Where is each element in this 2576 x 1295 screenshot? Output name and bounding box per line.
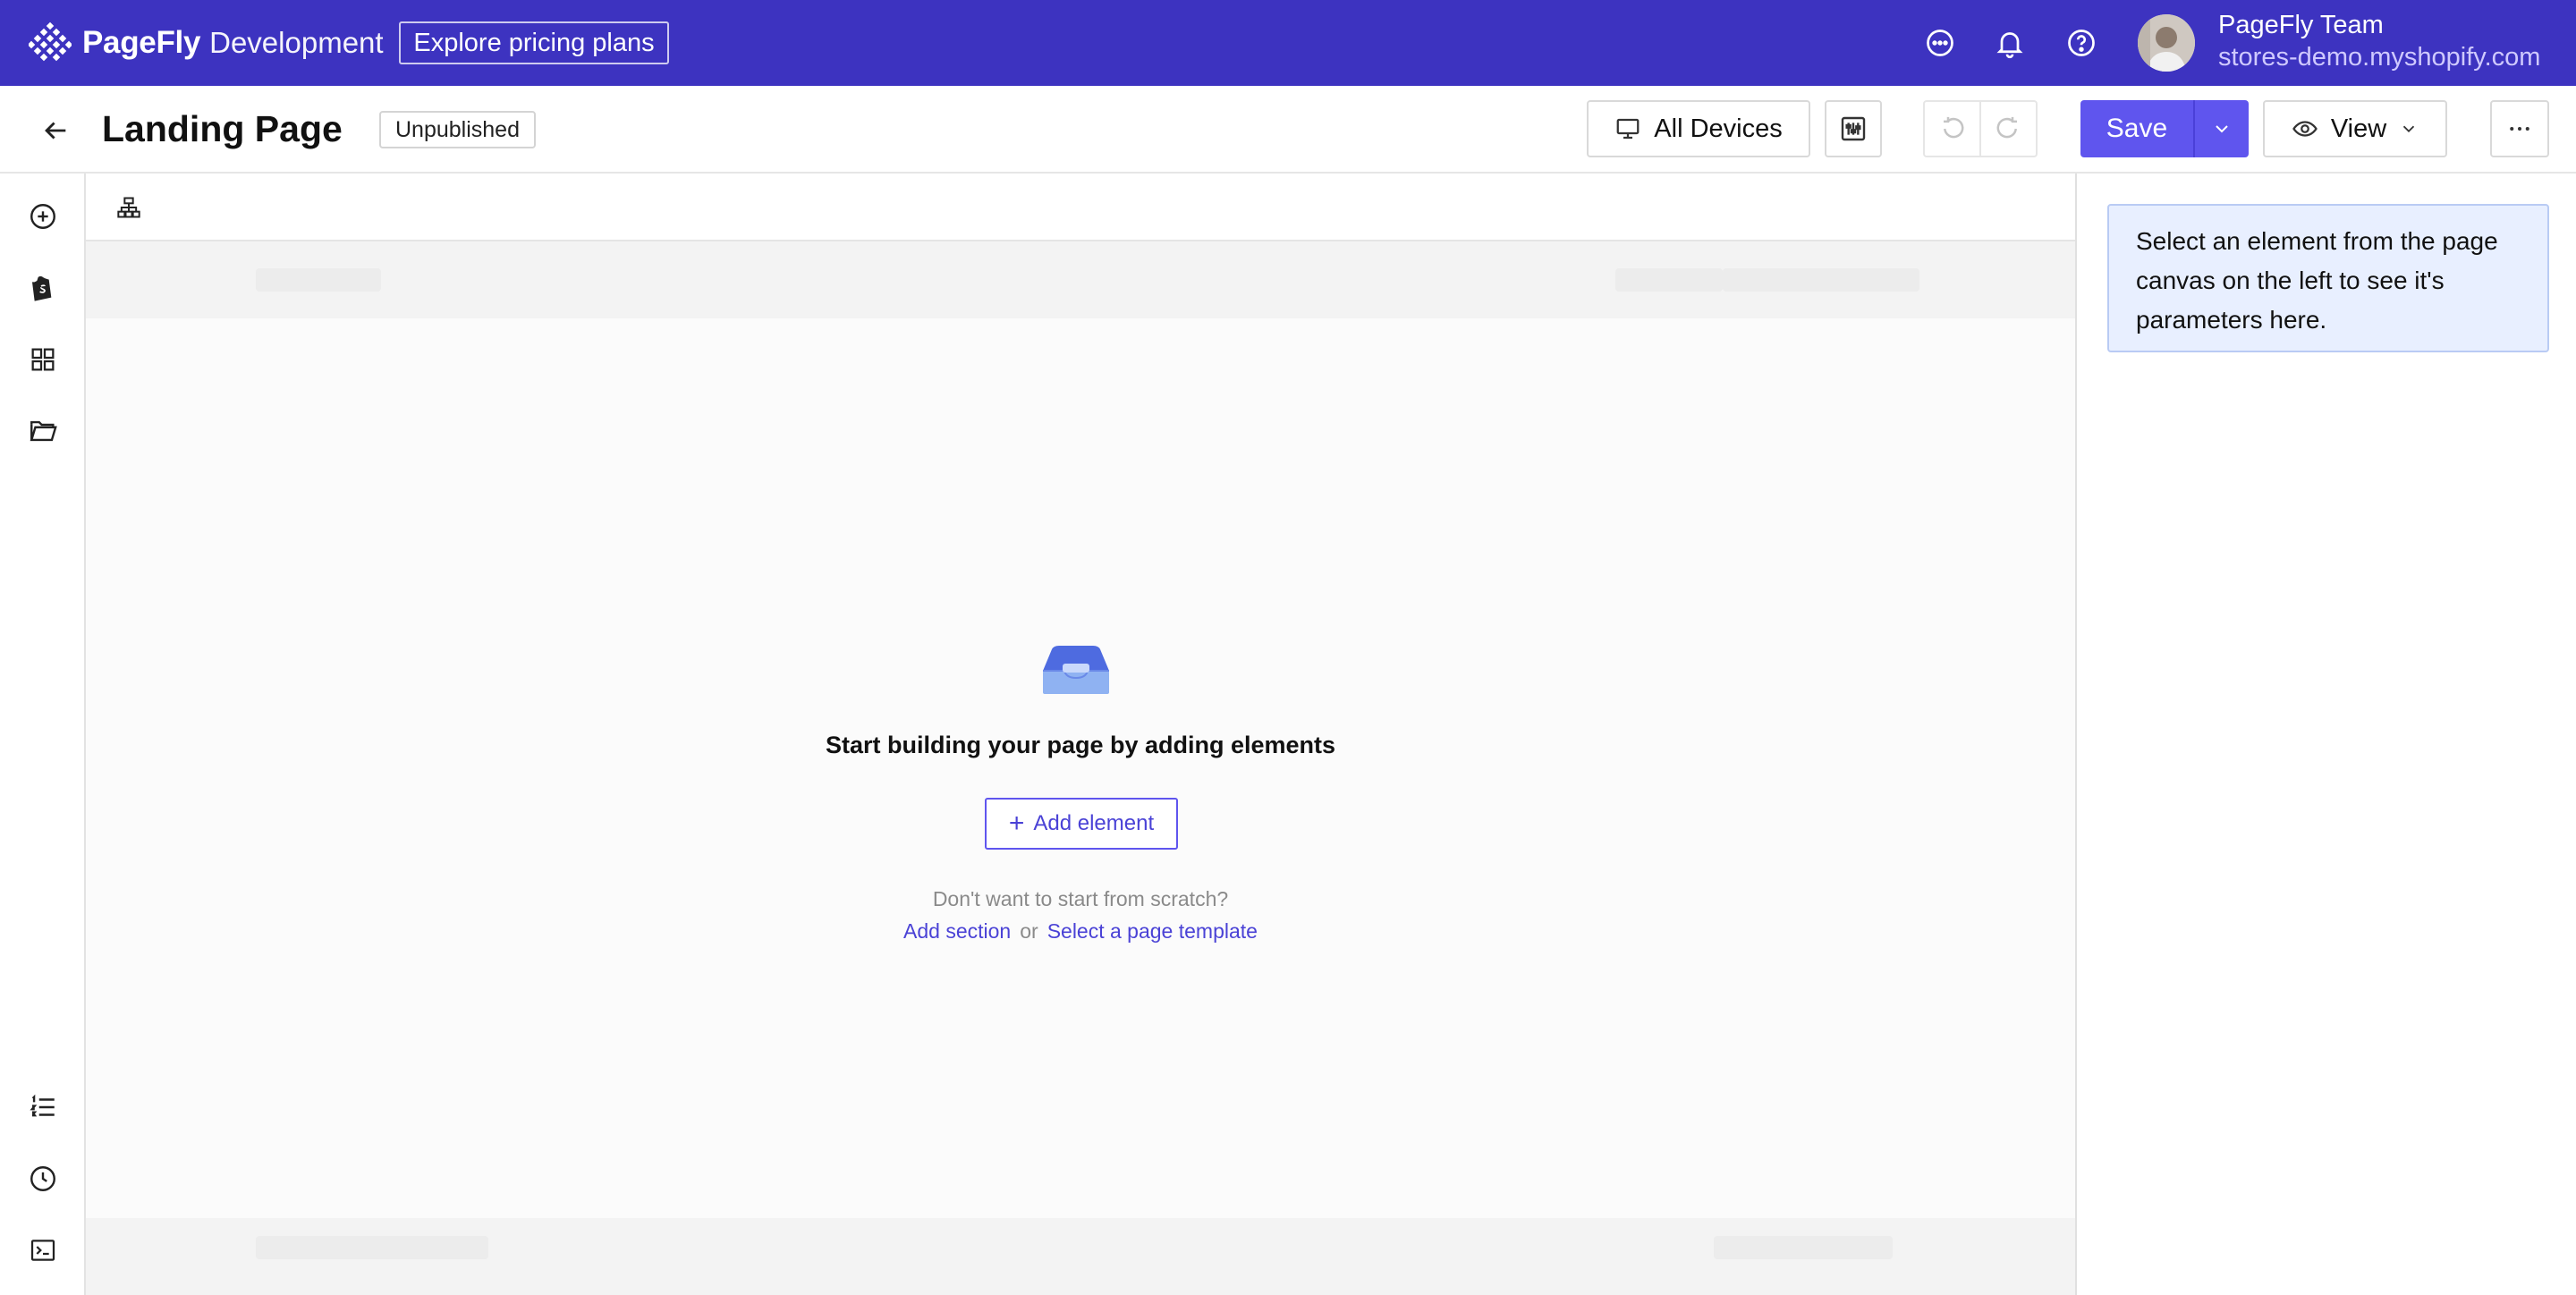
brand-name: PageFly [82, 25, 201, 60]
back-button[interactable] [36, 111, 75, 150]
list-icon[interactable] [25, 1089, 61, 1125]
ghost-footer-strip [86, 1218, 2075, 1295]
device-selector-button[interactable]: All Devices [1587, 100, 1810, 157]
editor-header: Landing Page Unpublished All Devices Sav… [0, 86, 2576, 174]
redo-button[interactable] [1981, 102, 2036, 156]
desktop-icon [1616, 118, 1640, 140]
ghost-placeholder [1615, 268, 1723, 292]
history-icon[interactable] [25, 1161, 61, 1197]
device-label: All Devices [1654, 114, 1783, 143]
user-name[interactable]: PageFly Team [2218, 11, 2384, 40]
undo-redo-group [1923, 100, 2038, 157]
user-store[interactable]: stores-demo.myshopify.com [2218, 43, 2540, 72]
empty-state-title: Start building your page by adding eleme… [825, 732, 1336, 758]
view-button[interactable]: View [2263, 100, 2447, 157]
pagefly-logo-icon [29, 21, 72, 62]
page-settings-button[interactable] [1825, 100, 1882, 157]
ghost-placeholder [1714, 1236, 1893, 1259]
bell-icon[interactable] [1992, 25, 2028, 61]
shopify-icon[interactable] [25, 270, 61, 306]
more-horizontal-icon [2510, 127, 2529, 131]
undo-icon [1943, 116, 1963, 139]
avatar[interactable] [2138, 14, 2195, 72]
scratch-prompt: Don't want to start from scratch? [932, 887, 1229, 910]
scratch-links: Add section or Select a page template [86, 919, 2075, 944]
view-label: View [2330, 114, 2387, 143]
folder-icon[interactable] [25, 413, 61, 449]
left-sidebar [0, 174, 86, 1295]
undo-button[interactable] [1925, 102, 1979, 156]
chevron-down-icon [2216, 125, 2228, 133]
terminal-icon[interactable] [25, 1232, 61, 1268]
add-icon[interactable] [25, 199, 61, 234]
sliders-icon [1841, 116, 1866, 141]
ghost-placeholder [1723, 268, 1919, 292]
inbox-tray-icon [1043, 646, 1109, 694]
redo-icon [1997, 116, 2018, 139]
layers-button[interactable] [113, 191, 145, 224]
ghost-placeholder [256, 268, 381, 292]
or-text: or [1020, 919, 1038, 943]
properties-panel: Select an element from the page canvas o… [2075, 174, 2576, 1295]
page-title: Landing Page [102, 108, 343, 149]
chat-icon[interactable] [1922, 25, 1958, 61]
selection-hint: Select an element from the page canvas o… [2107, 204, 2549, 352]
canvas-toolbar [86, 174, 2075, 241]
arrow-left-icon [45, 122, 66, 140]
help-icon[interactable] [2063, 25, 2099, 61]
grid-icon[interactable] [25, 342, 61, 377]
save-options-button[interactable] [2193, 100, 2249, 157]
chevron-down-icon [2403, 125, 2415, 133]
ghost-header-strip [86, 241, 2075, 318]
save-button[interactable]: Save [2080, 100, 2193, 157]
sitemap-icon [117, 197, 140, 218]
eye-icon [2292, 121, 2318, 137]
ghost-placeholder [256, 1236, 488, 1259]
top-bar: PageFly Development Explore pricing plan… [0, 0, 2576, 86]
add-section-link[interactable]: Add section [903, 919, 1011, 943]
brand[interactable]: PageFly Development [29, 20, 384, 66]
select-template-link[interactable]: Select a page template [1047, 919, 1258, 943]
status-badge: Unpublished [379, 111, 536, 148]
add-element-button[interactable]: + Add element [985, 798, 1178, 850]
page-canvas[interactable]: Start building your page by adding eleme… [86, 241, 2075, 1295]
more-options-button[interactable] [2490, 100, 2549, 157]
plus-icon: + [1008, 808, 1025, 838]
explore-pricing-button[interactable]: Explore pricing plans [399, 21, 669, 64]
add-element-label: Add element [1033, 811, 1155, 835]
brand-environment: Development [209, 26, 384, 59]
